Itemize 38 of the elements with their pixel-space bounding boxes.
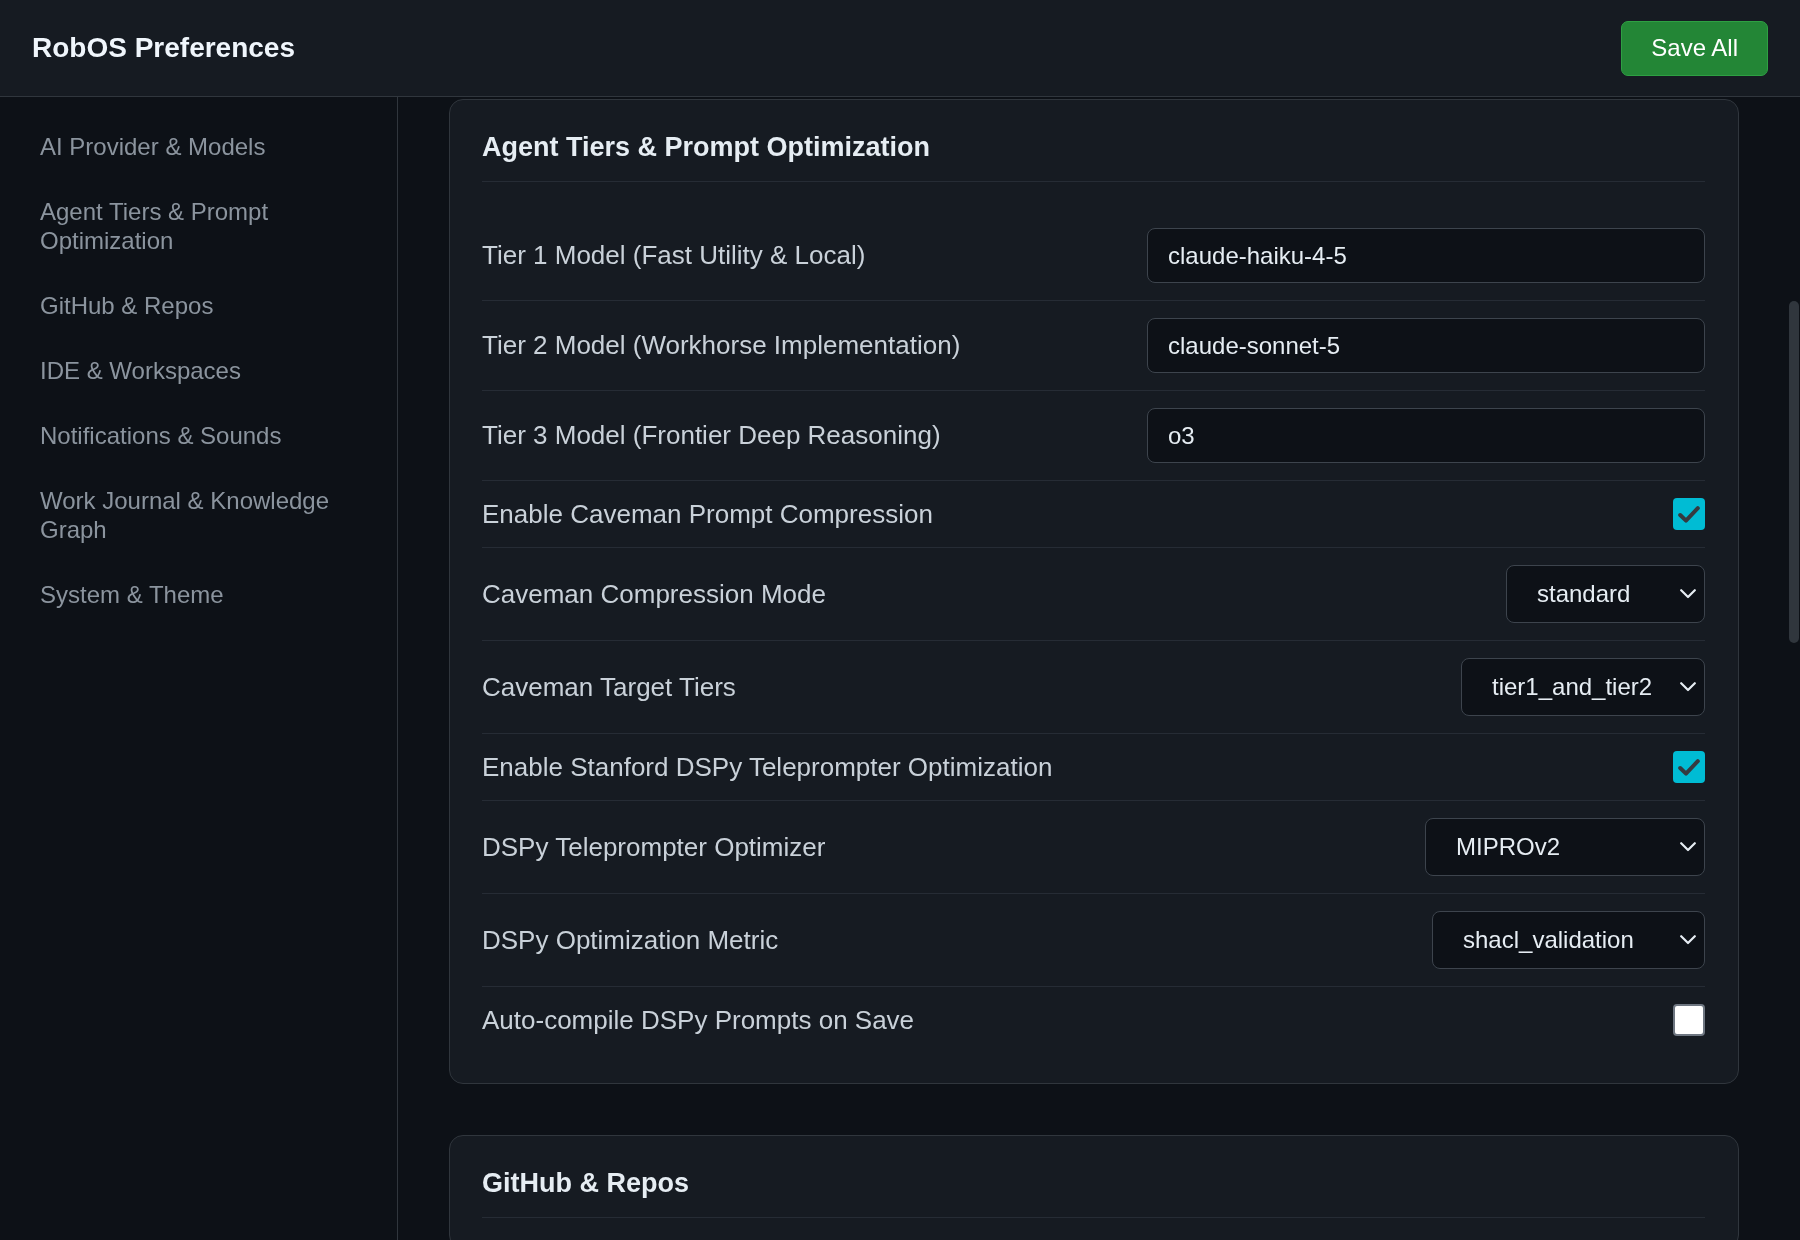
text-field[interactable]: claude-haiku-4-5 — [1147, 228, 1705, 283]
text-field[interactable]: o3 — [1147, 408, 1705, 463]
section-title: Agent Tiers & Prompt Optimization — [482, 131, 932, 164]
setting-label: Enable Stanford DSPy Teleprompter Optimization — [482, 751, 1053, 783]
setting-label: Caveman Compression Mode — [482, 578, 826, 610]
sidebar-item[interactable]: IDE & Workspaces — [0, 338, 397, 403]
chevron-down-icon — [1680, 935, 1696, 945]
dropdown[interactable]: shacl_validation — [1432, 911, 1705, 969]
dropdown[interactable]: standard — [1506, 565, 1705, 623]
setting-label: Enable Caveman Prompt Compression — [482, 498, 933, 530]
sidebar-item[interactable]: Notifications & Sounds — [0, 403, 397, 468]
dropdown[interactable]: tier1_and_tier2 — [1461, 658, 1705, 716]
scrollbar-thumb[interactable] — [1789, 301, 1799, 643]
chevron-down-icon — [1680, 682, 1696, 692]
sidebar-item[interactable]: System & Theme — [0, 562, 397, 627]
setting-label: DSPy Teleprompter Optimizer — [482, 831, 826, 863]
checkbox[interactable] — [1673, 1004, 1705, 1036]
save-button[interactable]: Save All — [1621, 20, 1768, 76]
setting-label: Auto-compile DSPy Prompts on Save — [482, 1004, 915, 1036]
checkmark-icon — [1678, 758, 1700, 776]
dropdown[interactable]: MIPROv2 — [1425, 818, 1705, 876]
setting-label: Caveman Target Tiers — [482, 671, 736, 703]
checkbox[interactable] — [1673, 751, 1705, 783]
setting-label: Tier 2 Model (Workhorse Implementation) — [482, 330, 961, 361]
app-title: RobOS Preferences — [32, 31, 295, 65]
chevron-down-icon — [1680, 589, 1696, 599]
text-field[interactable]: claude-sonnet-5 — [1147, 318, 1705, 373]
setting-label: DSPy Optimization Metric — [482, 924, 779, 956]
sidebar-item[interactable]: Agent Tiers & Prompt Optimization — [0, 179, 397, 273]
sidebar-item[interactable]: Work Journal & Knowledge Graph — [0, 468, 397, 562]
setting-label: Tier 1 Model (Fast Utility & Local) — [482, 240, 866, 271]
setting-label: Tier 3 Model (Frontier Deep Reasoning) — [482, 420, 941, 451]
checkbox[interactable] — [1673, 498, 1705, 530]
sidebar-item[interactable]: GitHub & Repos — [0, 273, 397, 338]
chevron-down-icon — [1680, 842, 1696, 852]
checkmark-icon — [1678, 505, 1700, 523]
section-title: GitHub & Repos — [482, 1167, 690, 1200]
sidebar-item[interactable]: AI Provider & Models — [0, 114, 397, 179]
